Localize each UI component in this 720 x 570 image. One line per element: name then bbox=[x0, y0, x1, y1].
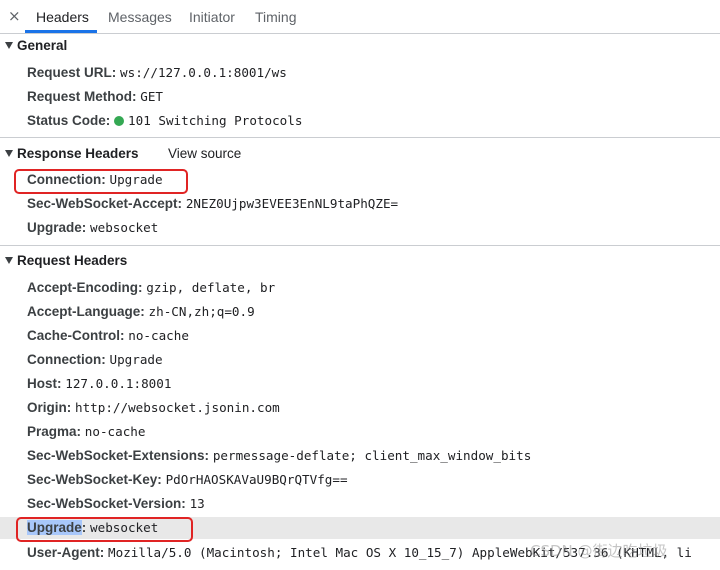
header-value: websocket bbox=[90, 220, 159, 235]
header-key: Pragma: bbox=[27, 424, 82, 439]
header-value: 2NEZ0Ujpw3EVEE3EnNL9taPhQZE= bbox=[185, 196, 399, 211]
header-key: Accept-Encoding: bbox=[27, 280, 143, 295]
request-header-row: Sec-WebSocket-Version: 13 bbox=[27, 494, 205, 514]
header-key: Sec-WebSocket-Version: bbox=[27, 496, 186, 511]
header-key: Accept-Language: bbox=[27, 304, 145, 319]
active-tab-indicator bbox=[25, 30, 97, 33]
collapse-caret-icon[interactable] bbox=[5, 257, 13, 264]
section-divider bbox=[0, 245, 720, 246]
tab-headers[interactable]: Headers bbox=[36, 9, 89, 25]
request-header-row: Accept-Encoding: gzip, deflate, br bbox=[27, 278, 275, 298]
status-code-row: Status Code: 101 Switching Protocols bbox=[27, 111, 302, 131]
request-url-value: ws://127.0.0.1:8001/ws bbox=[120, 65, 287, 80]
request-headers-section-header[interactable]: Request Headers bbox=[0, 253, 127, 273]
header-value: 13 bbox=[189, 496, 205, 511]
request-header-row: Accept-Language: zh-CN,zh;q=0.9 bbox=[27, 302, 255, 322]
section-divider bbox=[0, 137, 720, 138]
request-headers-title: Request Headers bbox=[17, 253, 128, 268]
collapse-caret-icon[interactable] bbox=[5, 42, 13, 49]
collapse-caret-icon[interactable] bbox=[5, 150, 13, 157]
header-value: 127.0.0.1:8001 bbox=[65, 376, 172, 391]
watermark: CSDN @街边吃垃圾 bbox=[530, 542, 668, 560]
header-value: no-cache bbox=[84, 424, 146, 439]
header-key: Sec-WebSocket-Key: bbox=[27, 472, 162, 487]
response-headers-title: Response Headers bbox=[17, 146, 139, 161]
header-key: Sec-WebSocket-Accept: bbox=[27, 196, 183, 211]
annotation-box bbox=[16, 517, 193, 542]
request-header-row: Cache-Control: no-cache bbox=[27, 326, 189, 346]
response-header-row: Sec-WebSocket-Accept: 2NEZ0Ujpw3EVEE3EnN… bbox=[27, 194, 398, 214]
request-method-key: Request Method: bbox=[27, 89, 137, 104]
header-key: Cache-Control: bbox=[27, 328, 125, 343]
header-key: User-Agent: bbox=[27, 545, 105, 560]
response-headers-section-header[interactable]: Response Headers View source bbox=[0, 146, 720, 166]
header-key: Upgrade: bbox=[27, 220, 87, 235]
view-source-link[interactable]: View source bbox=[168, 146, 241, 161]
header-value: PdOrHAOSKAVaU9BQrQTVfg== bbox=[165, 472, 348, 487]
request-header-row: Connection: Upgrade bbox=[27, 350, 163, 370]
header-key: Origin: bbox=[27, 400, 72, 415]
response-header-row: Upgrade: websocket bbox=[27, 218, 158, 238]
tab-initiator[interactable]: Initiator bbox=[189, 9, 235, 25]
header-key: Host: bbox=[27, 376, 62, 391]
close-icon[interactable]: × bbox=[8, 7, 21, 25]
tab-bar: × Headers Messages Initiator Timing bbox=[0, 0, 720, 34]
request-header-row: Host: 127.0.0.1:8001 bbox=[27, 374, 171, 394]
request-header-row: Sec-WebSocket-Extensions: permessage-def… bbox=[27, 446, 531, 466]
request-url-key: Request URL: bbox=[27, 65, 117, 80]
general-section-header[interactable]: General bbox=[0, 38, 67, 58]
request-url-row: Request URL: ws://127.0.0.1:8001/ws bbox=[27, 63, 287, 83]
status-ok-icon bbox=[114, 116, 125, 126]
header-value: http://websocket.jsonin.com bbox=[75, 400, 280, 415]
request-header-row: Sec-WebSocket-Key: PdOrHAOSKAVaU9BQrQTVf… bbox=[27, 470, 348, 490]
request-header-row: Pragma: no-cache bbox=[27, 422, 145, 442]
tab-timing[interactable]: Timing bbox=[255, 9, 297, 25]
tab-messages[interactable]: Messages bbox=[108, 9, 172, 25]
annotation-box bbox=[14, 169, 188, 194]
request-header-row: Origin: http://websocket.jsonin.com bbox=[27, 398, 280, 418]
status-code-value: 101 Switching Protocols bbox=[128, 113, 303, 128]
request-method-value: GET bbox=[140, 89, 164, 104]
request-method-row: Request Method: GET bbox=[27, 87, 163, 107]
header-value: permessage-deflate; client_max_window_bi… bbox=[212, 448, 532, 463]
header-key: Connection: bbox=[27, 352, 106, 367]
header-value: Upgrade bbox=[109, 352, 163, 367]
general-title: General bbox=[17, 38, 68, 53]
header-key: Sec-WebSocket-Extensions: bbox=[27, 448, 210, 463]
header-value: gzip, deflate, br bbox=[146, 280, 276, 295]
header-value: no-cache bbox=[128, 328, 189, 343]
status-code-key: Status Code: bbox=[27, 113, 111, 128]
header-value: zh-CN,zh;q=0.9 bbox=[148, 304, 255, 319]
